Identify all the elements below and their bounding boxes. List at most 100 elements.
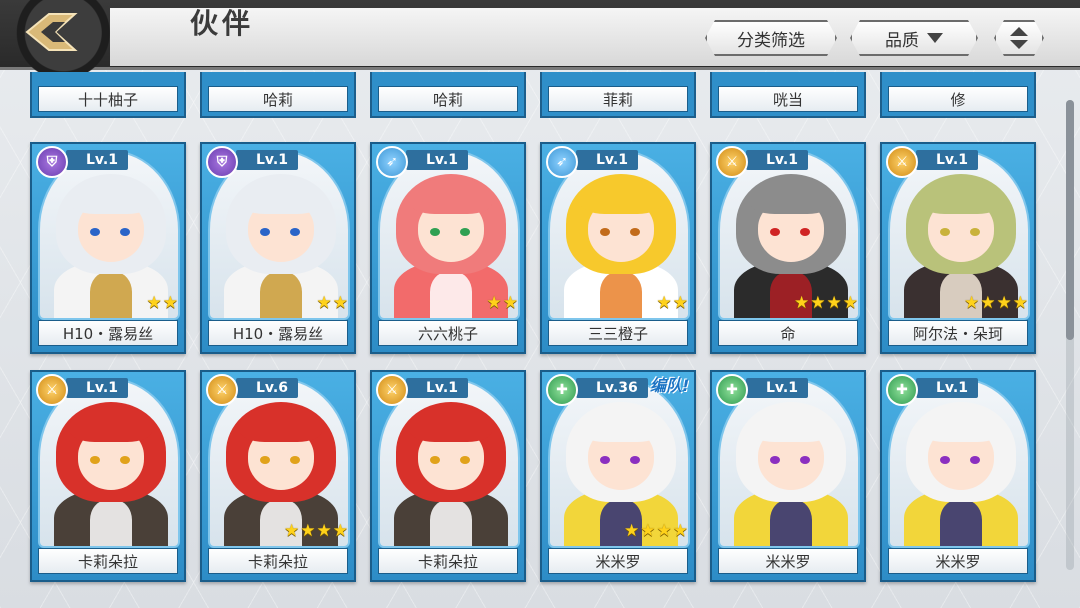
partner-name: 米米罗	[718, 548, 858, 574]
sword-class-icon: ⚔	[36, 374, 68, 406]
back-button[interactable]	[18, 6, 84, 58]
star-icon: ★	[672, 293, 688, 313]
partner-level: Lv.1	[746, 150, 808, 170]
partner-name: 米米罗	[888, 548, 1028, 574]
partner-card[interactable]: ⚔ Lv.1 卡莉朵拉	[30, 370, 186, 582]
partner-level: Lv.1	[66, 150, 128, 170]
partner-name: 菲莉	[548, 86, 688, 112]
partner-level: Lv.1	[406, 378, 468, 398]
partner-name: 三三橙子	[548, 320, 688, 346]
partner-name: 命	[718, 320, 858, 346]
sort-order-icon	[1008, 25, 1030, 51]
partner-card-partial[interactable]: 哈莉	[370, 72, 526, 118]
star-icon: ★	[980, 293, 996, 313]
back-arrow-icon	[25, 13, 78, 51]
scrollbar-thumb[interactable]	[1066, 100, 1074, 340]
star-icon: ★	[502, 293, 518, 313]
bow-class-icon: ➶	[546, 146, 578, 178]
star-icon: ★	[624, 521, 640, 541]
in-team-badge: 编队!	[650, 376, 690, 395]
partner-card[interactable]: ➶ Lv.1 ★ ★ 六六桃子	[370, 142, 526, 354]
rarity-stars: ★ ★	[657, 295, 689, 312]
sort-order-toggle[interactable]	[994, 20, 1044, 56]
partner-card[interactable]: ✚ Lv.1 米米罗	[880, 370, 1036, 582]
rarity-stars: ★ ★ ★ ★	[964, 295, 1028, 312]
star-icon: ★	[332, 521, 348, 541]
shield-class-icon: ⛨	[206, 146, 238, 178]
partner-level: Lv.36	[576, 378, 648, 398]
category-filter-button[interactable]: 分类筛选	[705, 20, 837, 56]
partner-name: 哈莉	[208, 86, 348, 112]
partner-name: 哈莉	[378, 86, 518, 112]
rarity-stars: ★ ★ ★ ★	[624, 523, 688, 540]
star-icon: ★	[794, 293, 810, 313]
partner-name: 十十柚子	[38, 86, 178, 112]
star-icon: ★	[640, 521, 656, 541]
rarity-stars: ★ ★	[147, 295, 179, 312]
partner-name: 卡莉朵拉	[38, 548, 178, 574]
partner-card-partial[interactable]: 修	[880, 72, 1036, 118]
cross-class-icon: ✚	[716, 374, 748, 406]
star-icon: ★	[316, 293, 332, 313]
shield-class-icon: ⛨	[36, 146, 68, 178]
partner-level: Lv.1	[236, 150, 298, 170]
partner-level: Lv.1	[406, 150, 468, 170]
category-filter-label: 分类筛选	[737, 30, 805, 51]
partner-level: Lv.1	[576, 150, 638, 170]
partner-card[interactable]: ➶ Lv.1 ★ ★ 三三橙子	[540, 142, 696, 354]
cross-class-icon: ✚	[886, 374, 918, 406]
star-icon: ★	[964, 293, 980, 313]
rarity-stars: ★ ★ ★ ★	[284, 523, 348, 540]
partner-name: 阿尔法・朵珂	[888, 320, 1028, 346]
quality-sort-button[interactable]: 品质	[850, 20, 978, 56]
partner-level: Lv.1	[916, 378, 978, 398]
star-icon: ★	[656, 293, 672, 313]
partner-name: 米米罗	[548, 548, 688, 574]
partner-card[interactable]: ⛨ Lv.1 ★ ★ H10・露易丝	[200, 142, 356, 354]
partner-card[interactable]: ⚔ Lv.6 ★ ★ ★ ★ 卡莉朵拉	[200, 370, 356, 582]
sword-class-icon: ⚔	[716, 146, 748, 178]
partner-name: 六六桃子	[378, 320, 518, 346]
star-icon: ★	[162, 293, 178, 313]
rarity-stars: ★ ★ ★ ★	[794, 295, 858, 312]
partner-card-partial[interactable]: 咣当	[710, 72, 866, 118]
partner-list[interactable]: 十十柚子 哈莉 哈莉 菲莉 咣当修 ⛨ Lv.1 ★ ★ H10・露易丝 ⛨ Lv.1 ★ ★ H10・…	[0, 72, 1080, 608]
star-icon: ★	[1012, 293, 1028, 313]
bow-class-icon: ➶	[376, 146, 408, 178]
partner-card[interactable]: ✚ Lv.1 米米罗	[710, 370, 866, 582]
partner-card[interactable]: ⚔ Lv.1 ★ ★ ★ ★ 阿尔法・朵珂	[880, 142, 1036, 354]
star-icon: ★	[146, 293, 162, 313]
partner-name: 修	[888, 86, 1028, 112]
partner-card-partial[interactable]: 哈莉	[200, 72, 356, 118]
partner-level: Lv.1	[916, 150, 978, 170]
partner-level: Lv.6	[236, 378, 298, 398]
partner-card[interactable]: ✚ Lv.36 编队! ★ ★ ★ ★ 米米罗	[540, 370, 696, 582]
star-icon: ★	[300, 521, 316, 541]
partner-name: 卡莉朵拉	[378, 548, 518, 574]
star-icon: ★	[996, 293, 1012, 313]
rarity-stars: ★ ★	[487, 295, 519, 312]
partner-name: 卡莉朵拉	[208, 548, 348, 574]
partner-card[interactable]: ⛨ Lv.1 ★ ★ H10・露易丝	[30, 142, 186, 354]
sword-class-icon: ⚔	[886, 146, 918, 178]
quality-sort-label: 品质	[885, 30, 919, 51]
partner-card-partial[interactable]: 菲莉	[540, 72, 696, 118]
sword-class-icon: ⚔	[206, 374, 238, 406]
star-icon: ★	[316, 521, 332, 541]
partner-card-partial[interactable]: 十十柚子	[30, 72, 186, 118]
sword-class-icon: ⚔	[376, 374, 408, 406]
partner-card[interactable]: ⚔ Lv.1 卡莉朵拉	[370, 370, 526, 582]
partner-name: 咣当	[718, 86, 858, 112]
star-icon: ★	[656, 521, 672, 541]
star-icon: ★	[486, 293, 502, 313]
star-icon: ★	[672, 521, 688, 541]
star-icon: ★	[826, 293, 842, 313]
partner-card[interactable]: ⚔ Lv.1 ★ ★ ★ ★ 命	[710, 142, 866, 354]
star-icon: ★	[332, 293, 348, 313]
cross-class-icon: ✚	[546, 374, 578, 406]
partner-name: H10・露易丝	[38, 320, 178, 346]
partner-level: Lv.1	[66, 378, 128, 398]
star-icon: ★	[284, 521, 300, 541]
star-icon: ★	[810, 293, 826, 313]
star-icon: ★	[842, 293, 858, 313]
